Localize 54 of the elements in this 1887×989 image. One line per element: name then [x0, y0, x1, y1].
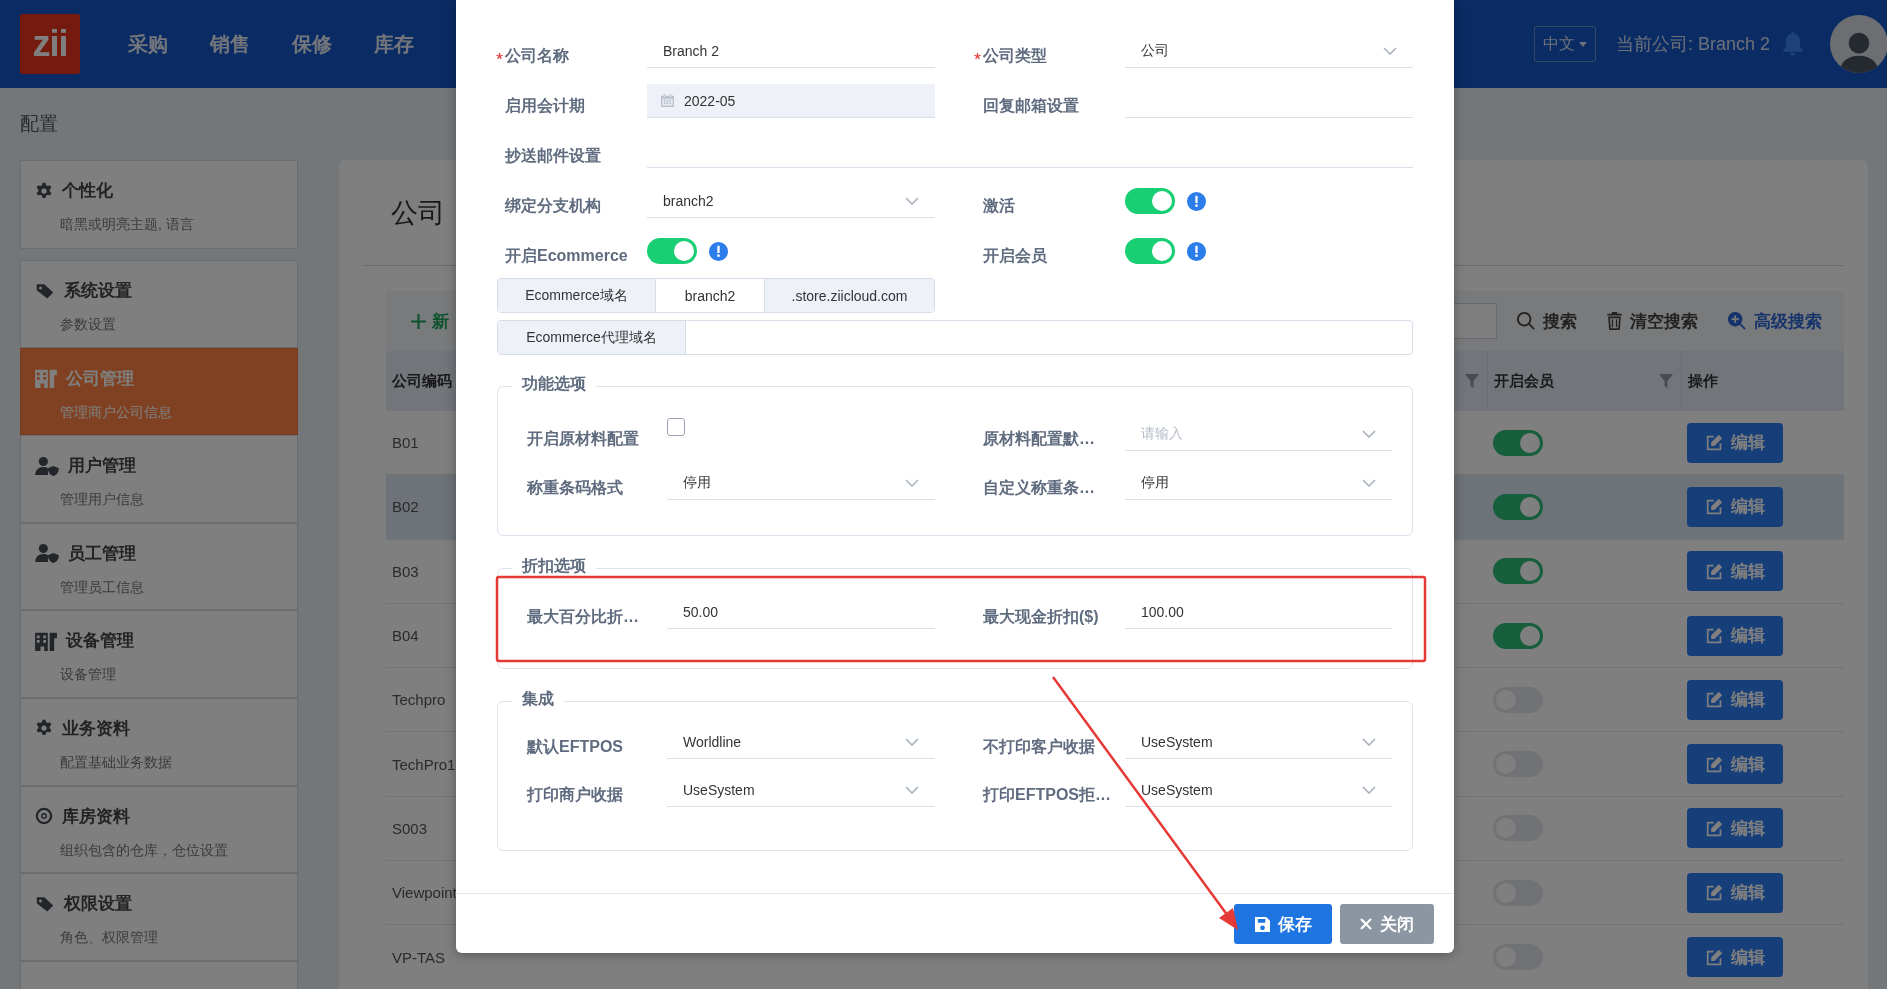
table-cell: B02 — [392, 498, 419, 516]
sidebar-item-subtitle: 配置基础业务数据 — [60, 753, 172, 772]
table-cell: S003 — [392, 819, 428, 837]
section-title: 折扣选项 — [512, 556, 596, 577]
sidebar-item-subtitle: 管理用户信息 — [60, 491, 144, 510]
sidebar-item-title: 系统设置 — [64, 280, 132, 302]
addon-label: Ecommerce域名 — [498, 279, 656, 312]
sidebar-item-title: 用户管理 — [68, 455, 136, 478]
table-cell: TechPro1 — [392, 755, 456, 773]
field-label: 默认EFTPOS — [527, 736, 623, 757]
field-label: 抄送邮件设置 — [505, 145, 601, 166]
sidebar-item-subtitle: 参数设置 — [60, 316, 116, 334]
panel-title: 公司 — [391, 196, 445, 230]
field-label: 原材料配置默… — [983, 428, 1095, 449]
sidebar-item-subtitle: 角色、权限管理 — [60, 929, 158, 948]
sidebar-item-title: 个性化 — [62, 180, 113, 202]
sidebar-item-title: 公司管理 — [66, 367, 134, 390]
page-title: 配置 — [20, 112, 58, 136]
sidebar-item-title: 库房资料 — [62, 805, 130, 828]
field-label: 开启Ecommerce — [505, 245, 628, 266]
table-cell: B03 — [392, 562, 419, 580]
field-label: 称重条码格式 — [527, 477, 623, 498]
sidebar-item-subtitle: 管理商户公司信息 — [60, 403, 172, 422]
field-label: 打印EFTPOS拒… — [983, 784, 1111, 805]
field-label: 不打印客户收据 — [983, 736, 1095, 757]
sidebar-item-subtitle: 设备管理 — [60, 666, 116, 685]
table-cell: Viewpoint — [392, 884, 457, 902]
field-label: 绑定分支机构 — [505, 195, 601, 216]
domain-suffix: .store.ziicloud.com — [765, 279, 934, 312]
table-cell: Techpro — [392, 691, 446, 709]
sidebar-item-title: 权限设置 — [64, 893, 132, 916]
field-label: 开启会员 — [983, 245, 1047, 266]
field-label: 自定义称重条… — [983, 477, 1095, 498]
field-label: 公司名称 — [505, 45, 569, 66]
section-title: 功能选项 — [512, 374, 596, 395]
field-label: 开启原材料配置 — [527, 428, 639, 449]
sidebar-item-subtitle: 管理员工信息 — [60, 578, 144, 597]
field-label: 回复邮箱设置 — [983, 95, 1079, 116]
sidebar-item-title: 设备管理 — [66, 630, 134, 653]
field-label: 激活 — [983, 195, 1015, 216]
field-label: 最大百分比折… — [527, 606, 639, 627]
sidebar-item-subtitle: 组织包含的仓库，仓位设置 — [60, 841, 228, 860]
table-cell: B01 — [392, 434, 419, 452]
field-label: 启用会计期 — [505, 95, 585, 116]
sidebar-item-subtitle: 暗黑或明亮主题, 语言 — [60, 216, 194, 234]
field-label: 公司类型 — [983, 45, 1047, 66]
current-company-label: 当前公司: Branch 2 — [1615, 33, 1770, 56]
field-label: 打印商户收据 — [527, 784, 623, 805]
field-label: 最大现金折扣($) — [983, 606, 1099, 627]
section-title: 集成 — [512, 689, 564, 710]
table-cell: B04 — [392, 627, 419, 645]
table-cell: VP-TAS — [392, 948, 446, 966]
sidebar-item-title: 员工管理 — [68, 542, 136, 565]
sidebar-item-title: 业务资料 — [62, 717, 130, 740]
